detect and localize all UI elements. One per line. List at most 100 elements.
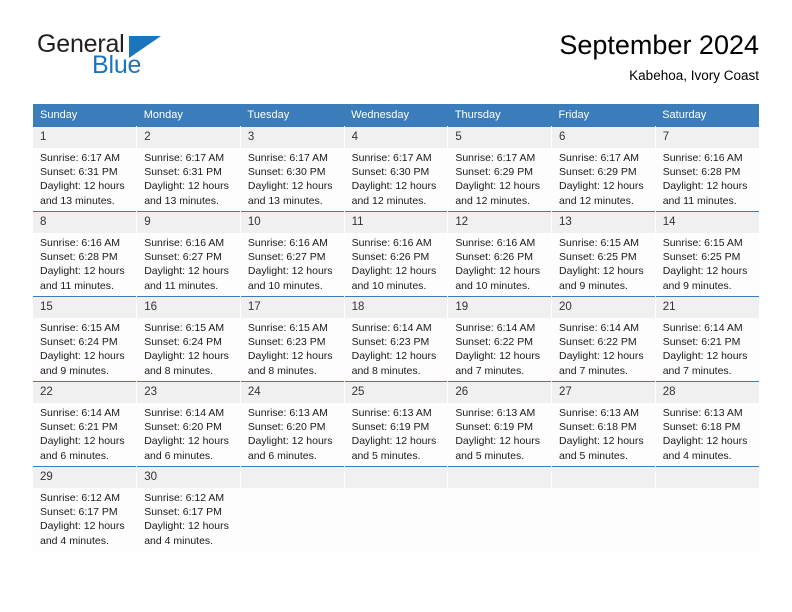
- sunrise-text: Sunrise: 6:15 AM: [247, 322, 328, 334]
- calendar-page: General Blue September 2024 Kabehoa, Ivo…: [0, 0, 792, 612]
- daylight-text-line1: Daylight: 12 hours: [144, 520, 229, 533]
- calendar-day-cell[interactable]: 8 Sunrise: 6:16 AM Sunset: 6:28 PM Daylight…: [33, 211, 138, 297]
- day-number: 14: [655, 212, 759, 233]
- day-details: Sunrise: 6:13 AM Sunset: 6:18 PM Daylight:…: [552, 403, 655, 463]
- calendar-day-cell-empty: [344, 466, 449, 551]
- daylight-text-line2: and 7 minutes.: [455, 364, 525, 377]
- sunrise-text: Sunrise: 6:14 AM: [351, 322, 432, 334]
- sunrise-text: Sunrise: 6:15 AM: [559, 237, 639, 249]
- daylight-text-line1: Daylight: 12 hours: [247, 435, 333, 448]
- day-number: [448, 467, 552, 488]
- calendar-day-cell[interactable]: 17 Sunrise: 6:15 AM Sunset: 6:23 PM Dayligh…: [240, 296, 345, 382]
- calendar-week-row: 1 Sunrise: 6:17 AM Sunset: 6:31 PM Daylight…: [33, 126, 759, 212]
- calendar-week-row: 29 Sunrise: 6:12 AM Sunset: 6:17 PM Dayligh…: [33, 466, 759, 551]
- calendar-grid: Sunday Monday Tuesday Wednesday Thursday…: [33, 104, 759, 551]
- day-number: 27: [552, 382, 655, 403]
- weekday-header-tuesday: Tuesday: [240, 104, 345, 127]
- daylight-text-line2: and 10 minutes.: [247, 279, 323, 292]
- daylight-text-line2: and 11 minutes.: [40, 279, 114, 292]
- daylight-text-line1: Daylight: 12 hours: [455, 265, 540, 278]
- calendar-day-cell[interactable]: 30 Sunrise: 6:12 AM Sunset: 6:17 PM Dayligh…: [136, 466, 241, 551]
- calendar-day-cell[interactable]: 23 Sunrise: 6:14 AM Sunset: 6:20 PM Dayligh…: [136, 381, 241, 467]
- calendar-day-cell[interactable]: 27 Sunrise: 6:13 AM Sunset: 6:18 PM Dayligh…: [551, 381, 656, 467]
- calendar-day-cell[interactable]: 22 Sunrise: 6:14 AM Sunset: 6:21 PM Dayligh…: [33, 381, 138, 467]
- day-number: 20: [552, 297, 655, 318]
- sunset-text: Sunset: 6:28 PM: [40, 251, 118, 264]
- day-number: 3: [240, 127, 344, 148]
- daylight-text-line1: Daylight: 12 hours: [351, 180, 437, 193]
- calendar-day-cell[interactable]: 7 Sunrise: 6:16 AM Sunset: 6:28 PM Daylight…: [655, 126, 759, 212]
- calendar-day-cell[interactable]: 11 Sunrise: 6:16 AM Sunset: 6:26 PM Dayligh…: [344, 211, 449, 297]
- daylight-text-line2: and 11 minutes.: [662, 194, 737, 207]
- sunset-text: Sunset: 6:28 PM: [662, 166, 741, 179]
- calendar-day-cell[interactable]: 1 Sunrise: 6:17 AM Sunset: 6:31 PM Daylight…: [33, 126, 138, 212]
- calendar-day-cell[interactable]: 20 Sunrise: 6:14 AM Sunset: 6:22 PM Dayligh…: [551, 296, 656, 382]
- sunrise-text: Sunrise: 6:17 AM: [455, 152, 536, 164]
- day-details: Sunrise: 6:16 AM Sunset: 6:28 PM Daylight:…: [656, 148, 759, 208]
- sunrise-text: Sunrise: 6:13 AM: [559, 407, 639, 419]
- day-number: 30: [137, 467, 240, 488]
- daylight-text-line2: and 9 minutes.: [40, 364, 109, 377]
- daylight-text-line1: Daylight: 12 hours: [40, 520, 125, 533]
- daylight-text-line2: and 12 minutes.: [559, 194, 634, 207]
- day-number: 13: [552, 212, 655, 233]
- calendar-day-cell[interactable]: 19 Sunrise: 6:14 AM Sunset: 6:22 PM Dayligh…: [447, 296, 553, 382]
- daylight-text-line1: Daylight: 12 hours: [40, 350, 125, 363]
- sunrise-text: Sunrise: 6:12 AM: [144, 492, 225, 504]
- daylight-text-line1: Daylight: 12 hours: [144, 265, 229, 278]
- calendar-day-cell[interactable]: 18 Sunrise: 6:14 AM Sunset: 6:23 PM Dayligh…: [344, 296, 449, 382]
- sunrise-text: Sunrise: 6:14 AM: [455, 322, 536, 334]
- day-details: Sunrise: 6:12 AM Sunset: 6:17 PM Daylight:…: [33, 488, 136, 548]
- daylight-text-line1: Daylight: 12 hours: [40, 435, 125, 448]
- calendar-day-cell[interactable]: 29 Sunrise: 6:12 AM Sunset: 6:17 PM Dayligh…: [33, 466, 138, 551]
- daylight-text-line2: and 10 minutes.: [455, 279, 531, 292]
- day-number: 16: [137, 297, 240, 318]
- sunset-text: Sunset: 6:29 PM: [455, 166, 533, 179]
- calendar-day-cell[interactable]: 2 Sunrise: 6:17 AM Sunset: 6:31 PM Daylight…: [136, 126, 241, 212]
- calendar-day-cell[interactable]: 26 Sunrise: 6:13 AM Sunset: 6:19 PM Dayligh…: [447, 381, 553, 467]
- daylight-text-line2: and 7 minutes.: [662, 364, 732, 377]
- sunset-text: Sunset: 6:31 PM: [144, 166, 222, 179]
- calendar-day-cell[interactable]: 5 Sunrise: 6:17 AM Sunset: 6:29 PM Daylight…: [447, 126, 553, 212]
- calendar-day-cell[interactable]: 9 Sunrise: 6:16 AM Sunset: 6:27 PM Daylight…: [136, 211, 241, 297]
- day-details: Sunrise: 6:13 AM Sunset: 6:19 PM Daylight:…: [448, 403, 551, 463]
- sunrise-text: Sunrise: 6:13 AM: [662, 407, 743, 419]
- daylight-text-line1: Daylight: 12 hours: [559, 435, 644, 448]
- calendar-day-cell[interactable]: 13 Sunrise: 6:15 AM Sunset: 6:25 PM Dayligh…: [551, 211, 656, 297]
- day-number: 19: [448, 297, 552, 318]
- general-blue-logo[interactable]: General Blue: [33, 32, 253, 90]
- day-number: [344, 467, 448, 488]
- calendar-day-cell[interactable]: 3 Sunrise: 6:17 AM Sunset: 6:30 PM Daylight…: [240, 126, 345, 212]
- calendar-day-cell[interactable]: 6 Sunrise: 6:17 AM Sunset: 6:29 PM Daylight…: [551, 126, 656, 212]
- day-details: Sunrise: 6:17 AM Sunset: 6:30 PM Daylight:…: [345, 148, 448, 208]
- calendar-day-cell[interactable]: 25 Sunrise: 6:13 AM Sunset: 6:19 PM Dayligh…: [344, 381, 449, 467]
- daylight-text-line2: and 6 minutes.: [247, 449, 317, 462]
- sunrise-text: Sunrise: 6:17 AM: [559, 152, 639, 164]
- day-number: 17: [240, 297, 344, 318]
- daylight-text-line1: Daylight: 12 hours: [144, 180, 229, 193]
- day-number: 26: [448, 382, 552, 403]
- sunset-text: Sunset: 6:23 PM: [351, 336, 430, 349]
- daylight-text-line2: and 7 minutes.: [559, 364, 628, 377]
- sunset-text: Sunset: 6:30 PM: [247, 166, 326, 179]
- calendar-day-cell[interactable]: 28 Sunrise: 6:13 AM Sunset: 6:18 PM Dayligh…: [655, 381, 759, 467]
- sunset-text: Sunset: 6:27 PM: [247, 251, 326, 264]
- sunset-text: Sunset: 6:20 PM: [247, 421, 326, 434]
- day-details: Sunrise: 6:15 AM Sunset: 6:23 PM Daylight:…: [241, 318, 344, 378]
- daylight-text-line2: and 9 minutes.: [559, 279, 628, 292]
- calendar-day-cell[interactable]: 24 Sunrise: 6:13 AM Sunset: 6:20 PM Dayligh…: [240, 381, 345, 467]
- daylight-text-line2: and 8 minutes.: [247, 364, 317, 377]
- calendar-day-cell[interactable]: 14 Sunrise: 6:15 AM Sunset: 6:25 PM Dayligh…: [655, 211, 759, 297]
- calendar-day-cell[interactable]: 12 Sunrise: 6:16 AM Sunset: 6:26 PM Dayligh…: [447, 211, 553, 297]
- calendar-day-cell[interactable]: 16 Sunrise: 6:15 AM Sunset: 6:24 PM Dayligh…: [136, 296, 241, 382]
- calendar-day-cell[interactable]: 21 Sunrise: 6:14 AM Sunset: 6:21 PM Dayligh…: [655, 296, 759, 382]
- calendar-day-cell[interactable]: 15 Sunrise: 6:15 AM Sunset: 6:24 PM Dayligh…: [33, 296, 138, 382]
- daylight-text-line1: Daylight: 12 hours: [455, 350, 540, 363]
- day-details: Sunrise: 6:17 AM Sunset: 6:30 PM Daylight:…: [241, 148, 344, 208]
- sunset-text: Sunset: 6:19 PM: [351, 421, 430, 434]
- sunset-text: Sunset: 6:22 PM: [455, 336, 533, 349]
- calendar-day-cell[interactable]: 4 Sunrise: 6:17 AM Sunset: 6:30 PM Daylight…: [344, 126, 449, 212]
- day-number: 1: [33, 127, 137, 148]
- calendar-day-cell[interactable]: 10 Sunrise: 6:16 AM Sunset: 6:27 PM Dayligh…: [240, 211, 345, 297]
- sunset-text: Sunset: 6:23 PM: [247, 336, 326, 349]
